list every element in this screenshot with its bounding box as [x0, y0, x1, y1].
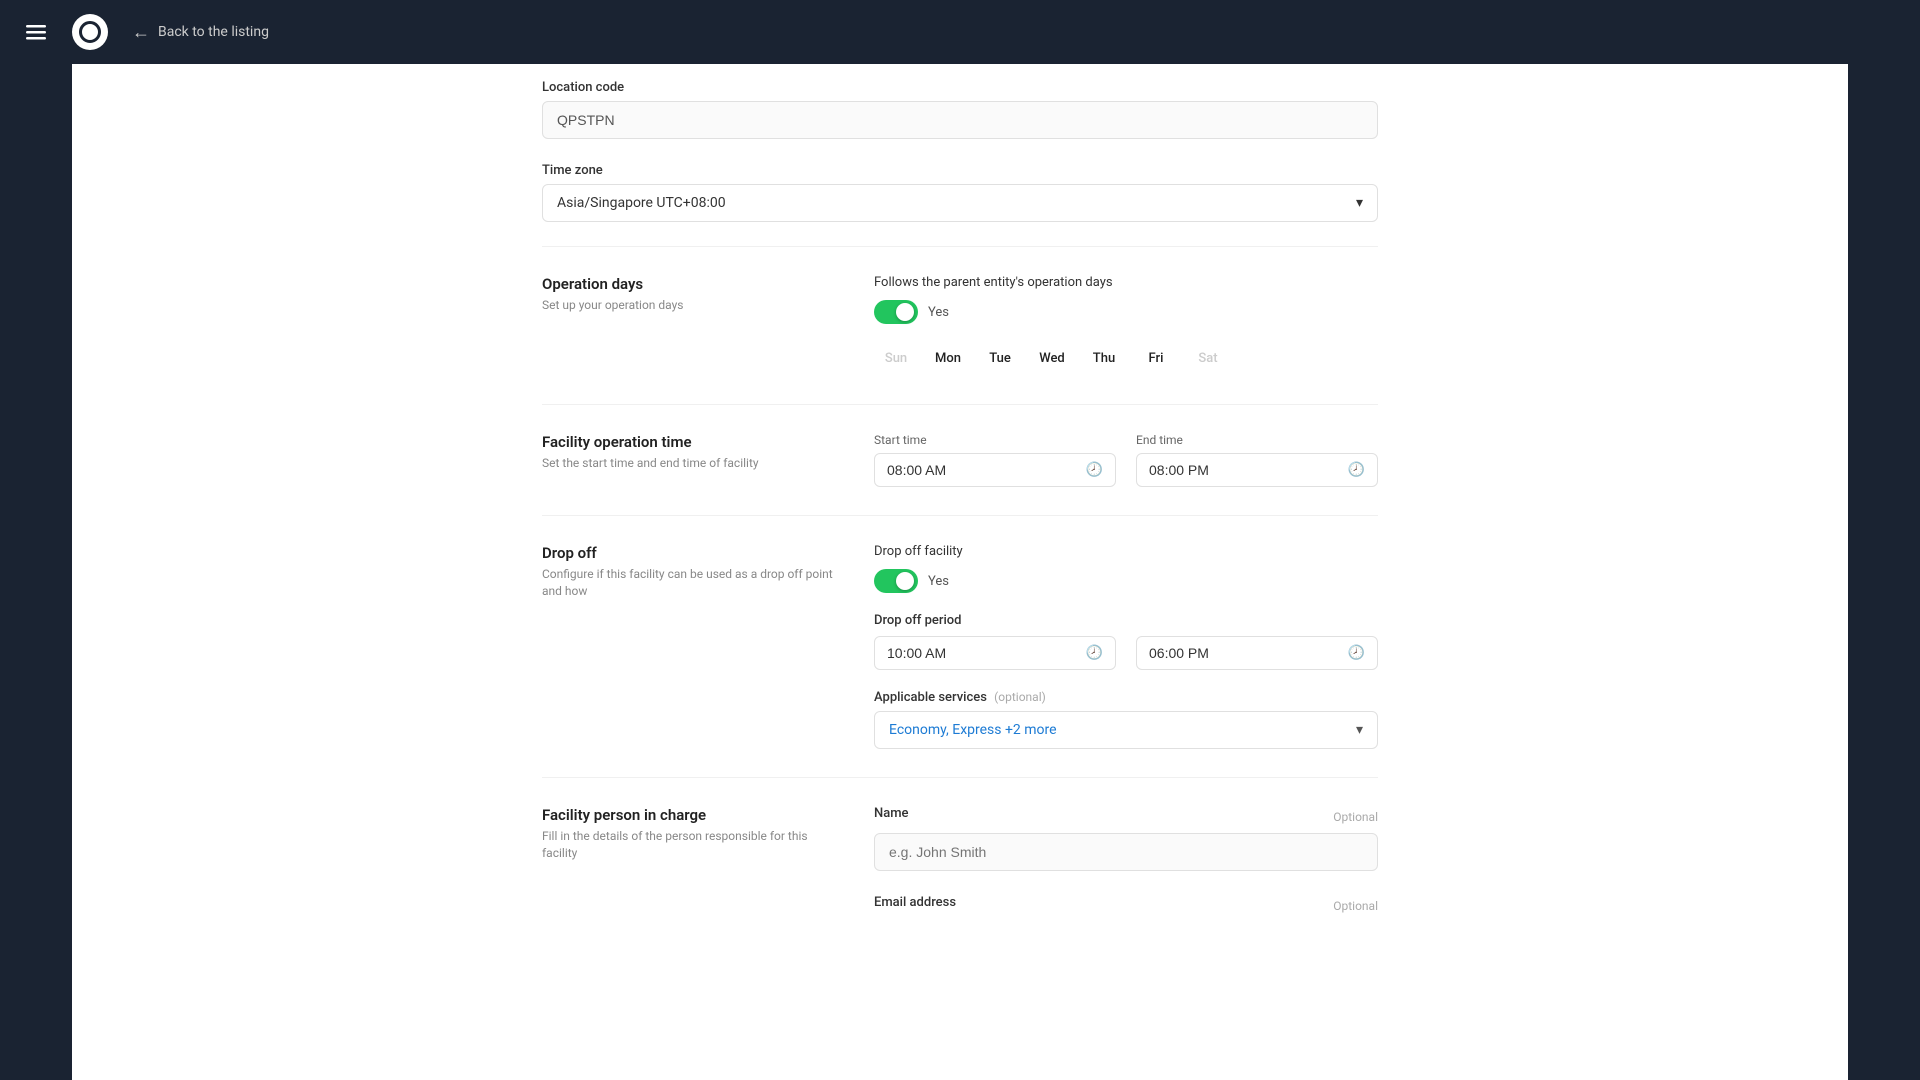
applicable-optional-tag: (optional): [994, 690, 1046, 704]
drop-off-toggle-label: Yes: [928, 574, 949, 589]
location-code-label: Location code: [542, 80, 1378, 95]
operation-days-desc: Set up your operation days: [542, 297, 842, 314]
start-time-label: Start time: [874, 433, 1116, 447]
facility-time-desc: Set the start time and end time of facil…: [542, 455, 842, 472]
facility-person-desc: Fill in the details of the person respon…: [542, 828, 842, 862]
logo: [72, 14, 108, 50]
end-time-input[interactable]: [1149, 462, 1348, 478]
time-zone-field: Time zone Asia/Singapore UTC+08:00 ▾: [542, 163, 1378, 222]
name-field-label: Name: [874, 806, 909, 821]
days-row: Sun Mon Tue Wed Thu Fri Sat: [874, 340, 1378, 376]
services-value: Economy, Express +2 more: [889, 722, 1057, 738]
start-time-input[interactable]: [887, 462, 1086, 478]
drop-end-wrapper: 🕗: [1136, 636, 1378, 670]
operation-days-right: Follows the parent entity's operation da…: [874, 275, 1378, 376]
operation-days-title: Operation days: [542, 275, 842, 293]
drop-end-clock-icon: 🕗: [1348, 645, 1365, 661]
drop-start-time-input[interactable]: [887, 645, 1086, 661]
end-time-label: End time: [1136, 433, 1378, 447]
location-code-field: Location code: [542, 80, 1378, 139]
drop-off-left: Drop off Configure if this facility can …: [542, 544, 842, 749]
email-optional-badge: Optional: [1333, 899, 1378, 913]
chevron-down-icon: ▾: [1356, 195, 1363, 211]
facility-time-row: Start time 🕗 End time 🕗: [874, 433, 1378, 487]
drop-period-label: Drop off period: [874, 613, 1378, 628]
services-chevron-icon: ▾: [1356, 722, 1363, 738]
drop-off-section: Drop off Configure if this facility can …: [542, 515, 1378, 777]
facility-person-right: Name Optional Email address Optional: [874, 806, 1378, 940]
drop-end-time-input[interactable]: [1149, 645, 1348, 661]
location-code-input[interactable]: [542, 101, 1378, 139]
back-to-listing-link[interactable]: ← Back to the listing: [132, 22, 269, 43]
topbar: ← Back to the listing: [0, 0, 1920, 64]
follows-label: Follows the parent entity's operation da…: [874, 275, 1378, 290]
start-time-wrapper: 🕗: [874, 453, 1116, 487]
email-field-group: Email address Optional: [874, 895, 1378, 916]
time-zone-select[interactable]: Asia/Singapore UTC+08:00 ▾: [542, 184, 1378, 222]
day-fri[interactable]: Fri: [1134, 340, 1178, 376]
drop-start-wrapper: 🕗: [874, 636, 1116, 670]
facility-operation-time-section: Facility operation time Set the start ti…: [542, 404, 1378, 515]
drop-off-right: Drop off facility Yes Drop off period: [874, 544, 1378, 749]
applicable-services-select[interactable]: Economy, Express +2 more ▾: [874, 711, 1378, 749]
back-link-label: Back to the listing: [158, 24, 269, 40]
email-field-label: Email address: [874, 895, 956, 910]
drop-start-time-field: 🕗: [874, 636, 1116, 670]
day-tue[interactable]: Tue: [978, 340, 1022, 376]
facility-person-section: Facility person in charge Fill in the de…: [542, 777, 1378, 968]
end-time-clock-icon: 🕗: [1348, 462, 1365, 478]
day-wed[interactable]: Wed: [1030, 340, 1074, 376]
time-zone-label: Time zone: [542, 163, 1378, 178]
day-mon[interactable]: Mon: [926, 340, 970, 376]
facility-person-title: Facility person in charge: [542, 806, 842, 824]
time-zone-value: Asia/Singapore UTC+08:00: [557, 195, 726, 211]
main-content: Location code Time zone Asia/Singapore U…: [72, 64, 1848, 1080]
drop-off-toggle-row: Yes: [874, 569, 1378, 593]
drop-off-facility-label: Drop off facility: [874, 544, 1378, 559]
facility-person-left: Facility person in charge Fill in the de…: [542, 806, 842, 940]
start-time-clock-icon: 🕗: [1086, 462, 1103, 478]
drop-off-toggle[interactable]: [874, 569, 918, 593]
name-optional-badge: Optional: [1333, 810, 1378, 824]
operation-days-section: Operation days Set up your operation day…: [542, 246, 1378, 404]
end-time-field: End time 🕗: [1136, 433, 1378, 487]
drop-end-time-field: 🕗: [1136, 636, 1378, 670]
start-time-field: Start time 🕗: [874, 433, 1116, 487]
facility-time-title: Facility operation time: [542, 433, 842, 451]
drop-period-time-row: 🕗 🕗: [874, 636, 1378, 670]
operation-days-toggle[interactable]: [874, 300, 918, 324]
day-sat[interactable]: Sat: [1186, 340, 1230, 376]
operation-days-toggle-row: Yes: [874, 300, 1378, 324]
name-label-row: Name Optional: [874, 806, 1378, 827]
day-thu[interactable]: Thu: [1082, 340, 1126, 376]
drop-start-clock-icon: 🕗: [1086, 645, 1103, 661]
day-sun[interactable]: Sun: [874, 340, 918, 376]
applicable-services-section: Applicable services (optional) Economy, …: [874, 690, 1378, 749]
operation-days-toggle-label: Yes: [928, 305, 949, 320]
facility-time-right: Start time 🕗 End time 🕗: [874, 433, 1378, 487]
drop-off-desc: Configure if this facility can be used a…: [542, 566, 842, 600]
name-input[interactable]: [874, 833, 1378, 871]
drop-period-section: Drop off period 🕗 🕗: [874, 613, 1378, 670]
applicable-services-label: Applicable services (optional): [874, 690, 1378, 705]
drop-off-title: Drop off: [542, 544, 842, 562]
menu-button[interactable]: [16, 12, 56, 52]
facility-time-left: Facility operation time Set the start ti…: [542, 433, 842, 487]
end-time-wrapper: 🕗: [1136, 453, 1378, 487]
operation-days-left: Operation days Set up your operation day…: [542, 275, 842, 376]
email-label-row: Email address Optional: [874, 895, 1378, 916]
back-arrow-icon: ←: [132, 22, 150, 43]
name-field-group: Name Optional: [874, 806, 1378, 871]
